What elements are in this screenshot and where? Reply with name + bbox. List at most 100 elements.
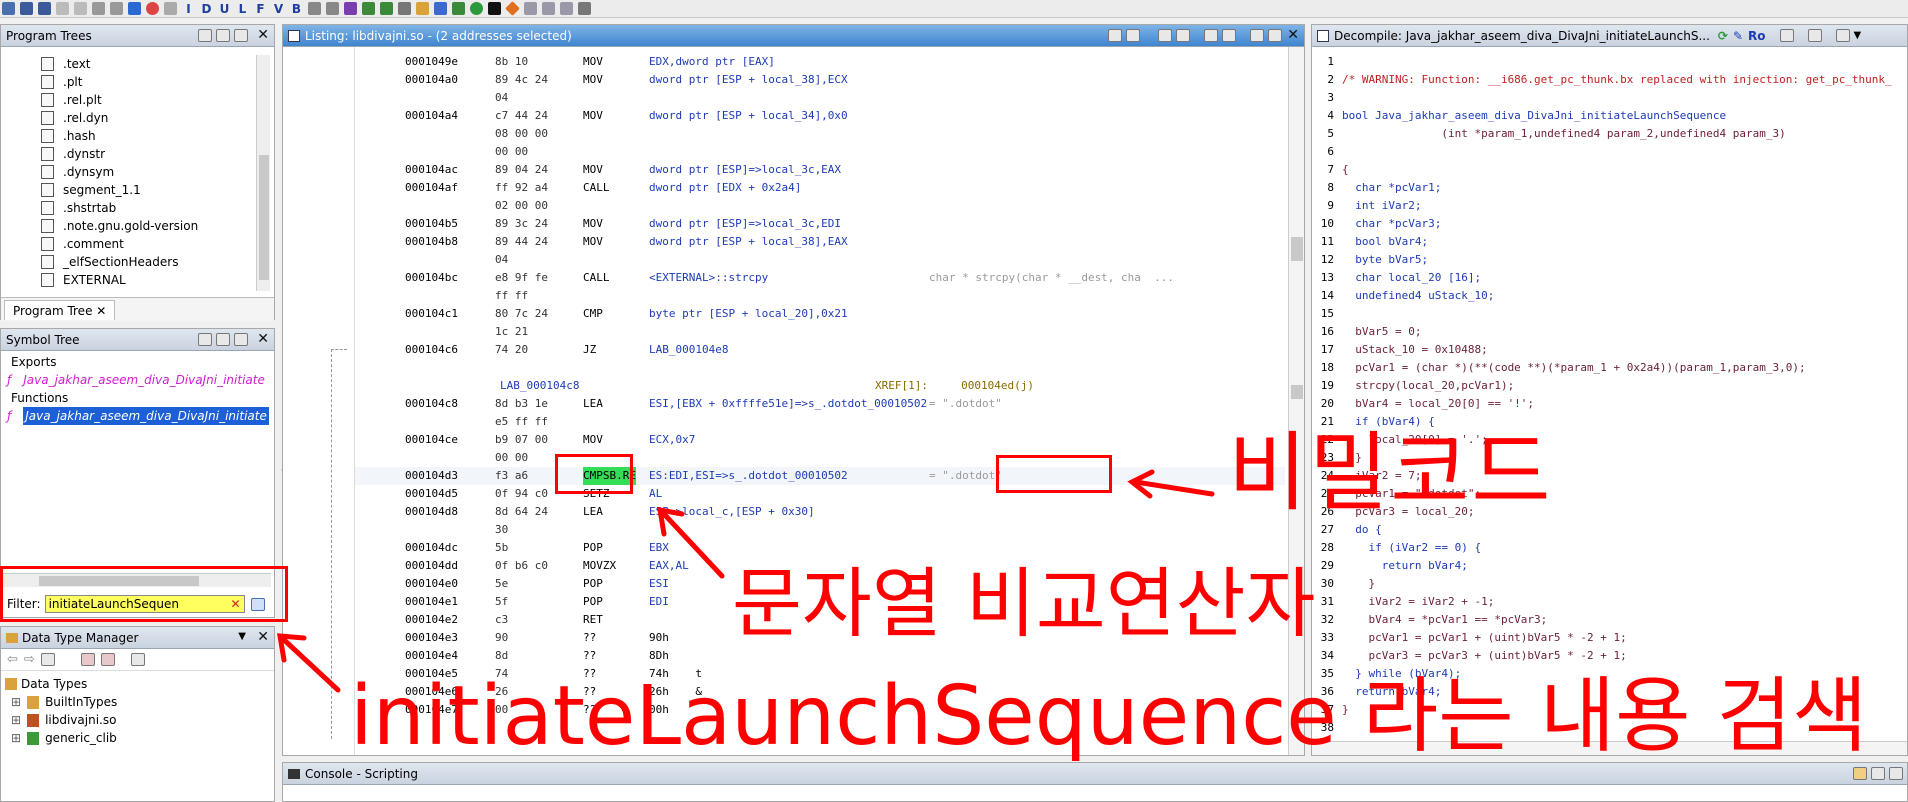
window-icon[interactable] [524, 2, 537, 15]
listing-row[interactable]: 000104c1 80 7c 24 CMP byte ptr [ESP + local… [355, 305, 1285, 323]
decompile-line[interactable]: 2 /* WARNING: Function: __i686.get_pc_thu… [1312, 71, 1892, 89]
decompile-line[interactable]: 30 } [1312, 575, 1892, 593]
listing-row[interactable]: 30 [355, 521, 1285, 539]
listing-row[interactable]: 000104b5 89 3c 24 MOV dword ptr [ESP]=>loca… [355, 215, 1285, 233]
copy-icon[interactable] [1779, 29, 1794, 42]
decompile-line[interactable]: 27 do { [1312, 521, 1892, 539]
memory-icon[interactable] [362, 2, 375, 15]
listing-row[interactable]: 00 00 [355, 143, 1285, 161]
listing-row[interactable]: 08 00 00 [355, 125, 1285, 143]
debug-icon[interactable] [488, 2, 501, 15]
snapshot-icon[interactable] [1835, 29, 1850, 42]
filter-array-icon[interactable] [100, 653, 115, 666]
listing-row[interactable]: 000104c8 8d b3 1e LEA ESI,[EBX + 0xffffe51e… [355, 395, 1285, 413]
go-to-icon[interactable] [216, 333, 230, 346]
diamond-icon[interactable] [505, 1, 520, 16]
tree-node-export-function[interactable]: ƒ Java_jakhar_aseem_diva_DivaJni_initiate [1, 371, 271, 389]
toolbar-letter-f[interactable]: F [254, 2, 267, 16]
disassemble-icon[interactable] [164, 2, 177, 15]
listing-row[interactable]: 000104a0 89 4c 24 MOV dword ptr [ESP + loca… [355, 71, 1285, 89]
toolbar-letter-d[interactable]: D [200, 2, 213, 16]
decompile-line[interactable]: 18 pcVar1 = (char *)(**(code **)(*param_… [1312, 359, 1892, 377]
field-edit-icon[interactable] [1204, 29, 1218, 42]
back-icon[interactable]: ⇦ [7, 652, 18, 667]
chevron-down-icon[interactable]: ▼ [1854, 30, 1862, 41]
decompile-line[interactable]: 6 [1312, 143, 1892, 161]
run-icon[interactable] [470, 2, 483, 15]
decompile-line[interactable]: 17 uStack_10 = 0x10488; [1312, 341, 1892, 359]
xref-text[interactable]: XREF[1]: 000104ed(j) [875, 377, 1034, 395]
listing-row[interactable]: 1c 21 [355, 323, 1285, 341]
forward-icon[interactable] [38, 2, 51, 15]
layout-icon[interactable] [1250, 29, 1264, 42]
open-tree-icon[interactable] [216, 29, 230, 42]
listing-row[interactable]: 00 00 [355, 449, 1285, 467]
snapshot-icon[interactable] [234, 333, 248, 346]
save-icon[interactable] [2, 2, 15, 15]
program-tree-scrollbar[interactable] [256, 55, 270, 291]
decompile-line[interactable]: 34 pcVar3 = pcVar3 + (uint)bVar5 * -2 + … [1312, 647, 1892, 665]
export-icon[interactable] [1807, 29, 1822, 42]
program-tree-item[interactable]: _elfSectionHeaders [41, 253, 251, 271]
table-icon[interactable] [398, 2, 411, 15]
clear-icon[interactable] [1871, 767, 1885, 780]
listing-row[interactable]: LAB_000104c8 XREF[1]: 000104ed(j) [355, 377, 1285, 395]
tab-program-tree[interactable]: Program Tree ✕ [4, 300, 116, 320]
decompile-line[interactable]: 31 iVar2 = iVar2 + -1; [1312, 593, 1892, 611]
program-tree-item[interactable]: .rel.dyn [41, 109, 251, 127]
listing-row[interactable]: 000104af ff 92 a4 CALL dword ptr [EDX + 0x2… [355, 179, 1285, 197]
listing-row[interactable]: 000104e4 8d?? 8Dh [355, 647, 1285, 665]
code-label[interactable]: LAB_000104c8 [500, 377, 579, 395]
listing-row[interactable] [355, 359, 1285, 377]
decompile-line[interactable]: 29 return bVar4; [1312, 557, 1892, 575]
stop-icon[interactable] [146, 2, 159, 15]
listing-row[interactable]: 000104ce b9 07 00 MOV ECX,0x7 [355, 431, 1285, 449]
snapshot-icon[interactable] [1222, 29, 1236, 42]
program-tree-item[interactable]: .shstrtab [41, 199, 251, 217]
decompile-line[interactable]: 7{ [1312, 161, 1892, 179]
script-icon[interactable] [452, 2, 465, 15]
decompile-line[interactable]: 33 pcVar1 = pcVar1 + (uint)bVar5 * -2 + … [1312, 629, 1892, 647]
listing-row[interactable]: 000104dc 5b POP EBX [355, 539, 1285, 557]
program-tree-item[interactable]: .hash [41, 127, 251, 145]
listing-row[interactable]: e5 ff ff [355, 413, 1285, 431]
grid-icon[interactable] [542, 2, 555, 15]
decompile-line[interactable]: 10 char *pcVar3; [1312, 215, 1892, 233]
program-tree-item[interactable]: .comment [41, 235, 251, 253]
new-tree-icon[interactable] [198, 29, 212, 42]
listing-row[interactable]: 000104c6 74 20 JZ LAB_000104e8 [355, 341, 1285, 359]
listing-row[interactable]: 000104a4 c7 44 24 MOV dword ptr [ESP + loca… [355, 107, 1285, 125]
close-icon[interactable]: ✕ [257, 27, 269, 43]
undo-icon[interactable] [308, 2, 321, 15]
back-icon[interactable] [20, 2, 33, 15]
view-tree-icon[interactable] [234, 29, 248, 42]
close-icon[interactable] [1889, 767, 1903, 780]
decompile-line[interactable]: 4 bool Java_jakhar_aseem_diva_DivaJni_ini… [1312, 107, 1892, 125]
forward-icon[interactable]: ⇨ [24, 652, 35, 667]
lock-icon[interactable] [1853, 767, 1867, 780]
listing-scrollbar[interactable] [1288, 47, 1304, 755]
decompile-line[interactable]: 9 int iVar2; [1312, 197, 1892, 215]
decompile-line[interactable]: 19 strcpy(local_20,pcVar1); [1312, 377, 1892, 395]
menu-icon[interactable] [1268, 29, 1282, 42]
listing-row[interactable]: 000104d3 f3 a6 CMPSB.RE ES:EDI,ESI=>s_.dotd… [355, 467, 1285, 485]
select-icon[interactable] [1158, 29, 1172, 42]
decompile-line[interactable]: 11 bool bVar4; [1312, 233, 1892, 251]
edit-icon[interactable]: ✎ [1733, 29, 1743, 43]
expand-icon[interactable]: ⊞ [11, 693, 21, 711]
decompile-line[interactable]: 20 bVar4 = local_20[0] == '!'; [1312, 395, 1892, 413]
close-icon[interactable]: ✕ [257, 629, 269, 645]
paste-icon[interactable] [74, 2, 87, 15]
close-icon[interactable]: ✕ [1287, 27, 1299, 43]
listing-row[interactable]: 04 [355, 251, 1285, 269]
program-tree-item[interactable]: EXTERNAL [41, 271, 251, 289]
program-tree-item[interactable]: .text [41, 55, 251, 73]
toolbar-letter-u[interactable]: U [218, 2, 231, 16]
paste-icon[interactable] [1126, 29, 1140, 42]
create-namespace-icon[interactable] [198, 333, 212, 346]
read-only-label[interactable]: Ro [1748, 29, 1765, 43]
program-tree-item[interactable]: segment_1.1 [41, 181, 251, 199]
listing-row[interactable]: 0001049e 8b 10 MOV EDX,dword ptr [EAX] [355, 53, 1285, 71]
decompile-line[interactable]: 5 (int *param_1,undefined4 param_2,undef… [1312, 125, 1892, 143]
listing-row[interactable]: 000104ac 89 04 24 MOV dword ptr [ESP]=>loca… [355, 161, 1285, 179]
